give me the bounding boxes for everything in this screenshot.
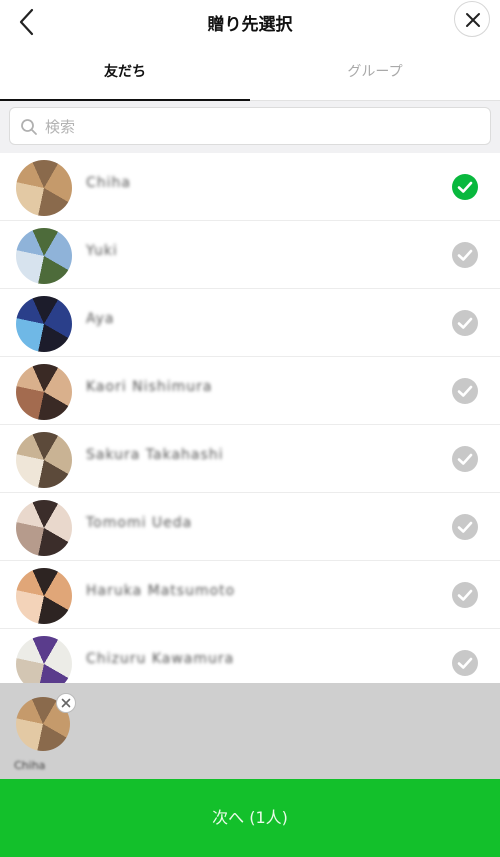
avatar bbox=[16, 568, 72, 624]
remove-selection-button[interactable] bbox=[56, 693, 76, 713]
search-input[interactable] bbox=[43, 114, 477, 140]
search-icon bbox=[21, 119, 37, 135]
close-icon bbox=[61, 698, 71, 708]
avatar bbox=[16, 432, 72, 488]
close-icon bbox=[466, 13, 480, 27]
friend-row[interactable]: Haruka Matsumoto bbox=[0, 561, 500, 629]
friend-row[interactable]: Sakura Takahashi bbox=[0, 425, 500, 493]
check-unselected-icon[interactable] bbox=[452, 514, 478, 540]
avatar bbox=[16, 296, 72, 352]
check-unselected-icon[interactable] bbox=[452, 582, 478, 608]
close-button[interactable] bbox=[454, 1, 490, 37]
tab-bar: 友だち グループ bbox=[0, 46, 500, 101]
friend-row[interactable]: Aya bbox=[0, 289, 500, 357]
selected-friend[interactable]: Chiha bbox=[10, 689, 76, 777]
tab-groups[interactable]: グループ bbox=[250, 46, 500, 101]
check-unselected-icon[interactable] bbox=[452, 446, 478, 472]
friend-row[interactable]: Yuki bbox=[0, 221, 500, 289]
check-selected-icon[interactable] bbox=[452, 174, 478, 200]
avatar bbox=[16, 160, 72, 216]
friend-name: Aya bbox=[86, 311, 115, 327]
check-unselected-icon[interactable] bbox=[452, 242, 478, 268]
header: 贈り先選択 bbox=[0, 0, 500, 44]
page-title: 贈り先選択 bbox=[207, 15, 293, 35]
selected-tray: Chiha bbox=[0, 683, 500, 779]
friend-name: Sakura Takahashi bbox=[86, 447, 224, 463]
friend-row[interactable]: Chiha bbox=[0, 153, 500, 221]
friend-name: Chiha bbox=[86, 175, 131, 191]
check-unselected-icon[interactable] bbox=[452, 650, 478, 676]
next-button[interactable]: 次へ (1人) bbox=[0, 779, 500, 857]
friend-row[interactable]: Tomomi Ueda bbox=[0, 493, 500, 561]
friend-list: Chiha Yuki Aya Kaori Nishimura Sakura Takaha… bbox=[0, 153, 500, 697]
search-box[interactable] bbox=[9, 107, 491, 145]
avatar bbox=[16, 364, 72, 420]
avatar bbox=[16, 500, 72, 556]
avatar bbox=[16, 228, 72, 284]
friend-name: Tomomi Ueda bbox=[86, 515, 193, 531]
check-unselected-icon[interactable] bbox=[452, 310, 478, 336]
friend-name: Kaori Nishimura bbox=[86, 379, 213, 395]
tab-friends[interactable]: 友だち bbox=[0, 46, 250, 101]
search-area bbox=[0, 101, 500, 153]
check-unselected-icon[interactable] bbox=[452, 378, 478, 404]
friend-name: Haruka Matsumoto bbox=[86, 583, 236, 599]
friend-name: Yuki bbox=[86, 243, 118, 259]
friend-name: Chizuru Kawamura bbox=[86, 651, 235, 667]
friend-row[interactable]: Kaori Nishimura bbox=[0, 357, 500, 425]
selected-friend-name: Chiha bbox=[14, 759, 46, 772]
